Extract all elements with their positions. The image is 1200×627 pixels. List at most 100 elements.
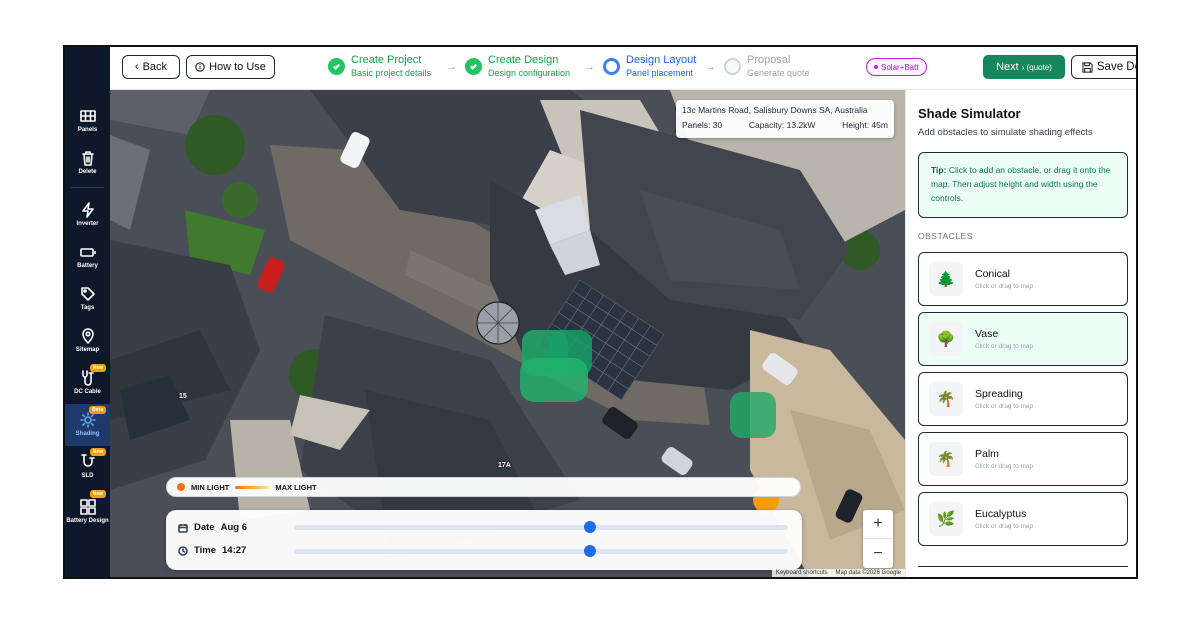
next-label: Next xyxy=(996,61,1019,73)
calendar-icon xyxy=(178,523,188,533)
badge-label: Solar+Batt xyxy=(881,62,919,72)
top-bar: ‹ Back How to Use Create Project Basic pr… xyxy=(110,47,1136,90)
sidebar-item-label: Tags xyxy=(80,305,95,311)
zoom-out-button[interactable]: − xyxy=(863,539,893,568)
sidebar-item-panels[interactable]: Panels xyxy=(65,100,110,142)
save-label: Save Design xyxy=(1096,61,1136,73)
obstacle-hint: Click or drag to map xyxy=(975,343,1034,350)
legend-max-label: MAX LIGHT xyxy=(275,482,317,492)
time-row: Time 14:27 xyxy=(178,545,246,556)
house-number-label: 15 xyxy=(179,393,187,400)
shade-simulator-panel: Shade Simulator Add obstacles to simulat… xyxy=(905,90,1136,577)
time-slider[interactable] xyxy=(294,545,788,557)
time-slider-thumb[interactable] xyxy=(584,545,597,557)
sidebar: Panels Delete Inverter Battery Tags Site… xyxy=(65,47,110,577)
light-gradient xyxy=(235,485,270,489)
save-icon xyxy=(1082,61,1093,73)
sidebar-item-battery[interactable]: Battery xyxy=(65,236,110,278)
sidebar-item-inverter[interactable]: Inverter xyxy=(65,194,110,236)
next-sublabel: › (quote) xyxy=(1021,62,1052,72)
app-window: Panels Delete Inverter Battery Tags Site… xyxy=(63,45,1138,579)
sld-icon xyxy=(80,454,95,467)
how-to-use-button[interactable]: How to Use xyxy=(186,55,275,79)
step-title: Design Layout xyxy=(626,54,697,66)
sidebar-item-battery-design[interactable]: New Battery Design xyxy=(65,488,110,536)
address-card: 13c Martins Road, Salisbury Downs SA, Au… xyxy=(676,100,894,138)
house-number-label: 17A xyxy=(498,462,511,469)
step-subtitle: Design configuration xyxy=(488,68,571,78)
back-label: Back xyxy=(142,61,168,73)
obstacle-conical[interactable]: 🌲 Conical Click or drag to map xyxy=(918,252,1128,306)
step-title: Create Design xyxy=(488,54,559,66)
sidebar-item-dc-cable[interactable]: New DC Cable xyxy=(65,362,110,404)
current-step-icon xyxy=(603,58,620,75)
obstacle-hint: Click or drag to map xyxy=(975,463,1034,470)
beta-badge: Beta xyxy=(89,406,106,414)
sidebar-item-shading[interactable]: Beta Shading xyxy=(65,404,110,446)
obstacle-eucalyptus[interactable]: 🌿 Eucalyptus Click or drag to map xyxy=(918,492,1128,546)
obstacle-name: Conical xyxy=(975,268,1011,280)
battery-design-icon xyxy=(79,499,96,515)
tip-label: Tip: xyxy=(931,165,947,175)
clock-icon xyxy=(178,545,188,556)
light-legend: MIN LIGHT MAX LIGHT xyxy=(166,477,801,497)
arrow-right-icon: → xyxy=(705,61,716,73)
dot-icon xyxy=(874,65,878,69)
battery-icon xyxy=(79,248,96,257)
obstacle-hint: Click or drag to map xyxy=(975,283,1034,290)
new-badge: New xyxy=(89,448,106,456)
legend-min-label: MIN LIGHT xyxy=(191,482,230,492)
sidebar-item-sitemap[interactable]: Sitemap xyxy=(65,320,110,362)
step-proposal[interactable]: Proposal Generate quote xyxy=(724,54,810,79)
obstacles-heading: OBSTACLES xyxy=(918,231,973,241)
sidebar-item-sld[interactable]: New SLD xyxy=(65,446,110,488)
step-title: Create Project xyxy=(351,54,422,66)
sidebar-item-tags[interactable]: Tags xyxy=(65,278,110,320)
date-slider-thumb[interactable] xyxy=(584,521,597,533)
sidebar-item-delete[interactable]: Delete xyxy=(65,142,110,184)
zoom-in-button[interactable]: + xyxy=(863,510,893,539)
panel-title: Shade Simulator xyxy=(918,106,1021,121)
keyboard-shortcuts-link[interactable]: Keyboard shortcuts xyxy=(776,570,828,577)
sidebar-item-label: Delete xyxy=(78,169,97,175)
date-slider[interactable] xyxy=(294,521,788,533)
date-value: Aug 6 xyxy=(220,522,247,533)
sidebar-item-label: Inverter xyxy=(76,221,99,227)
grid-icon xyxy=(79,110,96,122)
save-design-button[interactable]: Save Design xyxy=(1071,55,1136,79)
map-imagery xyxy=(110,90,905,577)
satellite-map[interactable]: 15 17A 13c Martins Road, Salisbury Downs… xyxy=(110,90,905,577)
step-design-layout[interactable]: Design Layout Panel placement xyxy=(603,54,696,79)
pin-icon xyxy=(81,328,94,344)
height-value: Height: 45m xyxy=(842,120,888,130)
step-create-design[interactable]: Create Design Design configuration xyxy=(465,54,570,79)
back-button[interactable]: ‹ Back xyxy=(122,55,180,79)
obstacle-name: Vase xyxy=(975,328,999,340)
obstacle-hint: Click or drag to map xyxy=(975,523,1034,530)
sidebar-divider xyxy=(71,187,104,188)
sidebar-item-label: Battery xyxy=(77,263,98,269)
step-subtitle: Basic project details xyxy=(351,68,432,78)
map-attribution: Keyboard shortcuts Map data ©2026 Google xyxy=(771,569,905,577)
deciduous-tree-icon: 🌳 xyxy=(929,322,963,356)
check-circle-icon xyxy=(465,58,482,75)
obstacle-spreading[interactable]: 🌴 Spreading Click or drag to map xyxy=(918,372,1128,426)
step-subtitle: Generate quote xyxy=(747,68,810,78)
date-label: Date xyxy=(194,522,215,533)
date-row: Date Aug 6 xyxy=(178,522,247,533)
time-controls: Date Aug 6 Time 14:27 xyxy=(166,510,802,570)
obstacle-vase[interactable]: 🌳 Vase Click or drag to map xyxy=(918,312,1128,366)
palm-tree-icon: 🌴 xyxy=(929,442,963,476)
herb-leaf-icon: 🌿 xyxy=(929,502,963,536)
step-create-project[interactable]: Create Project Basic project details xyxy=(328,54,431,79)
panel-subtitle: Add obstacles to simulate shading effect… xyxy=(918,127,1093,138)
sidebar-item-label: Panels xyxy=(77,127,98,133)
sidebar-item-label: Battery Design xyxy=(66,518,109,524)
cable-icon xyxy=(81,370,94,386)
capacity-value: Capacity: 13.2kW xyxy=(748,120,816,130)
info-icon xyxy=(195,62,205,72)
next-button[interactable]: Next › (quote) xyxy=(983,55,1065,79)
time-label: Time xyxy=(194,545,217,556)
obstacle-palm[interactable]: 🌴 Palm Click or drag to map xyxy=(918,432,1128,486)
tip-box: Tip: Click to add an obstacle, or drag i… xyxy=(918,152,1128,218)
